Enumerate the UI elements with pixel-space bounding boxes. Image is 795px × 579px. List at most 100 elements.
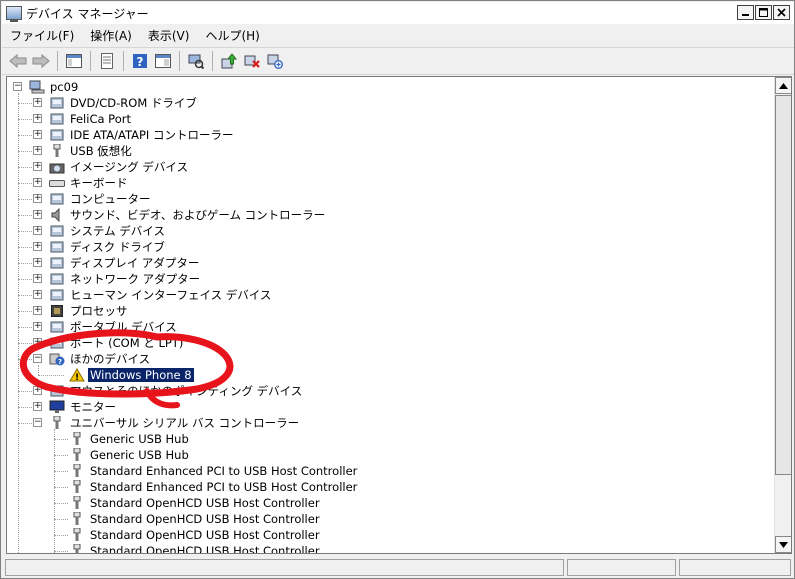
category-expander[interactable]: − bbox=[33, 354, 42, 363]
tree-item-label: コンピューター bbox=[70, 192, 151, 206]
tree-device-usb[interactable]: Standard OpenHCD USB Host Controller bbox=[69, 511, 322, 527]
tree-category[interactable]: サウンド、ビデオ、およびゲーム コントローラー bbox=[49, 207, 327, 223]
category-expander[interactable]: + bbox=[33, 210, 42, 219]
category-expander[interactable]: + bbox=[33, 306, 42, 315]
tree-category-usb-controllers[interactable]: ユニバーサル シリアル バス コントローラー bbox=[49, 415, 301, 431]
tree-connector-line bbox=[18, 119, 32, 120]
tree-category[interactable]: ヒューマン インターフェイス デバイス bbox=[49, 287, 273, 303]
menu-view[interactable]: 表示(V) bbox=[140, 27, 198, 44]
tree-device-usb[interactable]: Standard OpenHCD USB Host Controller bbox=[69, 543, 322, 553]
category-expander[interactable]: + bbox=[33, 162, 42, 171]
tree-connector-line bbox=[38, 365, 39, 375]
tree-item-label: ユニバーサル シリアル バス コントローラー bbox=[70, 416, 300, 430]
category-expander[interactable]: + bbox=[33, 194, 42, 203]
category-expander[interactable]: + bbox=[33, 146, 42, 155]
forward-button[interactable] bbox=[31, 51, 51, 71]
view-button[interactable] bbox=[153, 51, 173, 71]
computer-icon bbox=[49, 192, 65, 206]
tree-category[interactable]: FeliCa Port bbox=[49, 111, 133, 127]
uninstall-button[interactable] bbox=[242, 51, 262, 71]
tree-item-label: ポータブル デバイス bbox=[70, 320, 177, 334]
scrollbar-thumb[interactable] bbox=[775, 95, 791, 475]
display-adapter-icon bbox=[49, 256, 65, 270]
tree-category[interactable]: コンピューター bbox=[49, 191, 153, 207]
tree-category[interactable]: ネットワーク アダプター bbox=[49, 271, 202, 287]
tree-device-usb[interactable]: Generic USB Hub bbox=[69, 447, 191, 463]
tree-category[interactable]: IDE ATA/ATAPI コントローラー bbox=[49, 127, 235, 143]
tree-category[interactable]: USB 仮想化 bbox=[49, 143, 134, 159]
category-expander[interactable]: + bbox=[33, 338, 42, 347]
category-expander[interactable]: + bbox=[33, 290, 42, 299]
category-expander[interactable]: + bbox=[33, 98, 42, 107]
category-expander[interactable]: + bbox=[33, 402, 42, 411]
root-expander[interactable]: − bbox=[13, 82, 22, 91]
view-icon bbox=[155, 54, 171, 68]
tree-category[interactable]: プロセッサ bbox=[49, 303, 130, 319]
properties-button[interactable] bbox=[97, 51, 117, 71]
update-driver-button[interactable] bbox=[219, 51, 239, 71]
menu-help[interactable]: ヘルプ(H) bbox=[197, 27, 267, 44]
tree-category[interactable]: マウスとそのほかのポインティング デバイス bbox=[49, 383, 304, 399]
tree-item-label: モニター bbox=[70, 400, 116, 414]
category-expander[interactable]: + bbox=[33, 178, 42, 187]
menu-action[interactable]: 操作(A) bbox=[82, 27, 140, 44]
usb-device-icon bbox=[69, 431, 85, 446]
tree-root[interactable]: pc09 bbox=[29, 79, 80, 95]
maximize-button[interactable] bbox=[755, 5, 772, 20]
category-expander[interactable]: + bbox=[33, 274, 42, 283]
tree-item-label: ディスク ドライブ bbox=[70, 240, 165, 254]
tree-category[interactable]: ディスプレイ アダプター bbox=[49, 255, 201, 271]
tree-category[interactable]: システム デバイス bbox=[49, 223, 167, 239]
tree-connector-line bbox=[18, 343, 32, 344]
tree-category[interactable]: イメージング デバイス bbox=[49, 159, 190, 175]
category-expander[interactable]: − bbox=[33, 418, 42, 427]
show-hide-tree-button[interactable] bbox=[64, 51, 84, 71]
monitor-icon bbox=[49, 400, 65, 414]
disk-drive-icon bbox=[49, 240, 65, 254]
close-button[interactable] bbox=[773, 5, 790, 20]
tree-connector-line bbox=[54, 551, 68, 552]
tree-connector-line bbox=[54, 455, 68, 456]
tree-device-usb[interactable]: Standard Enhanced PCI to USB Host Contro… bbox=[69, 463, 359, 479]
category-expander[interactable]: + bbox=[33, 130, 42, 139]
category-expander[interactable]: + bbox=[33, 322, 42, 331]
scroll-down-button[interactable] bbox=[775, 536, 791, 553]
tree-connector-line bbox=[18, 359, 32, 360]
vertical-scrollbar[interactable] bbox=[774, 77, 791, 553]
device-manager-window: デバイス マネージャー ファイル(F) 操作(A) 表示(V) ヘルプ(H) ?… bbox=[0, 0, 795, 579]
category-expander[interactable]: + bbox=[33, 258, 42, 267]
disable-button[interactable] bbox=[265, 51, 285, 71]
minimize-button[interactable] bbox=[737, 5, 754, 20]
tree-device-windows-phone[interactable]: ! Windows Phone 8 bbox=[69, 367, 195, 383]
toolbar-separator bbox=[212, 51, 213, 71]
category-expander[interactable]: + bbox=[33, 226, 42, 235]
tree-item-label: IDE ATA/ATAPI コントローラー bbox=[70, 128, 234, 142]
tree-category[interactable]: モニター bbox=[49, 399, 118, 415]
title-bar[interactable]: デバイス マネージャー bbox=[2, 2, 794, 24]
tree-category[interactable]: ポータブル デバイス bbox=[49, 319, 179, 335]
tree-connector-line bbox=[18, 327, 32, 328]
status-bar bbox=[2, 557, 794, 578]
processor-icon bbox=[49, 304, 65, 318]
tree-device-usb[interactable]: Generic USB Hub bbox=[69, 431, 191, 447]
category-expander[interactable]: + bbox=[33, 386, 42, 395]
scan-hardware-button[interactable] bbox=[186, 51, 206, 71]
back-button[interactable] bbox=[8, 51, 28, 71]
tree-device-usb[interactable]: Standard OpenHCD USB Host Controller bbox=[69, 495, 322, 511]
device-tree-pane[interactable]: − pc09 + DVD/CD-ROM ドライブ + FeliCa Port + IDE AT… bbox=[6, 76, 792, 554]
show-hide-console-tree-icon bbox=[66, 54, 82, 68]
tree-category[interactable]: ポート (COM と LPT) bbox=[49, 335, 185, 351]
tree-category[interactable]: DVD/CD-ROM ドライブ bbox=[49, 95, 199, 111]
tree-category[interactable]: ディスク ドライブ bbox=[49, 239, 167, 255]
tree-device-usb[interactable]: Standard Enhanced PCI to USB Host Contro… bbox=[69, 479, 359, 495]
help-button[interactable]: ? bbox=[130, 51, 150, 71]
tree-device-usb[interactable]: Standard OpenHCD USB Host Controller bbox=[69, 527, 322, 543]
category-expander[interactable]: + bbox=[33, 242, 42, 251]
tree-category-other-devices[interactable]: ? ほかのデバイス bbox=[49, 351, 152, 367]
tree-item-label: システム デバイス bbox=[70, 224, 165, 238]
tree-item-label: イメージング デバイス bbox=[70, 160, 189, 174]
category-expander[interactable]: + bbox=[33, 114, 42, 123]
scroll-up-button[interactable] bbox=[775, 77, 791, 94]
tree-category[interactable]: キーボード bbox=[49, 175, 130, 191]
menu-file[interactable]: ファイル(F) bbox=[2, 27, 82, 44]
